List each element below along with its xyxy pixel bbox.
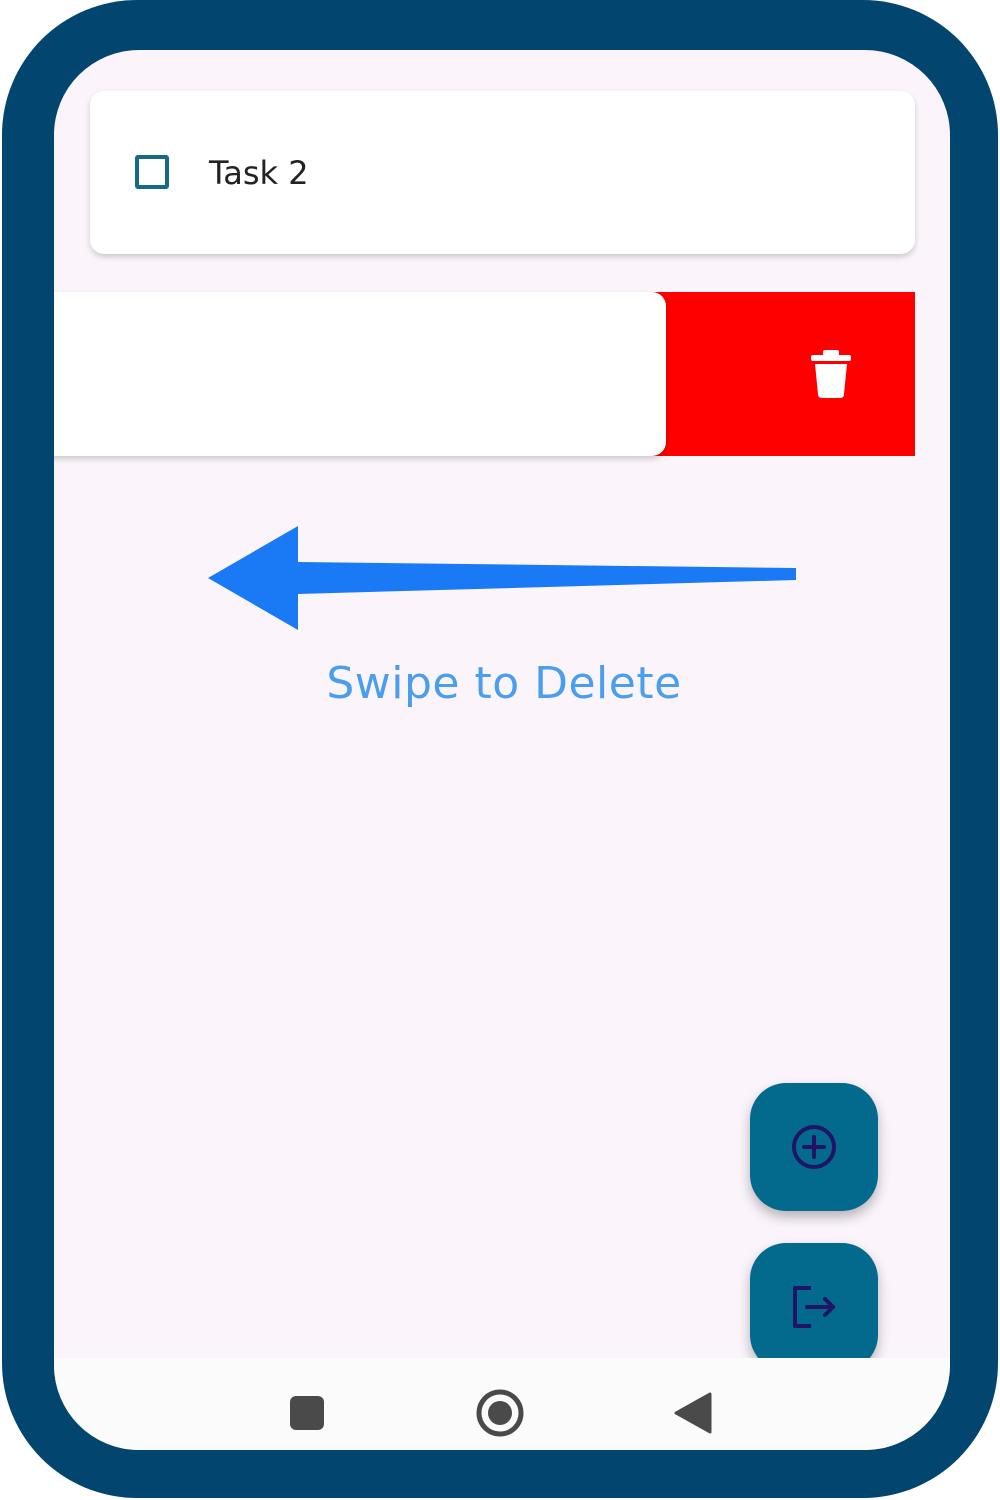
recents-icon[interactable] — [290, 1396, 324, 1430]
add-task-button[interactable] — [750, 1083, 878, 1211]
back-icon[interactable] — [674, 1392, 714, 1434]
swipe-hint-label: Swipe to Delete — [326, 658, 682, 709]
app-screen: Task 2 Swipe to Delete — [54, 50, 950, 1450]
logout-button[interactable] — [750, 1243, 878, 1371]
phone-frame: Task 2 Swipe to Delete — [2, 0, 998, 1498]
trash-icon[interactable] — [811, 350, 851, 398]
task-checkbox[interactable] — [135, 155, 169, 189]
swiped-task-card[interactable] — [54, 292, 666, 456]
task-card[interactable]: Task 2 — [90, 91, 915, 254]
logout-icon — [793, 1286, 835, 1328]
add-circle-icon — [792, 1125, 836, 1169]
swipe-left-arrow-icon — [208, 526, 796, 630]
task-label: Task 2 — [209, 154, 309, 192]
home-icon[interactable] — [475, 1388, 525, 1438]
